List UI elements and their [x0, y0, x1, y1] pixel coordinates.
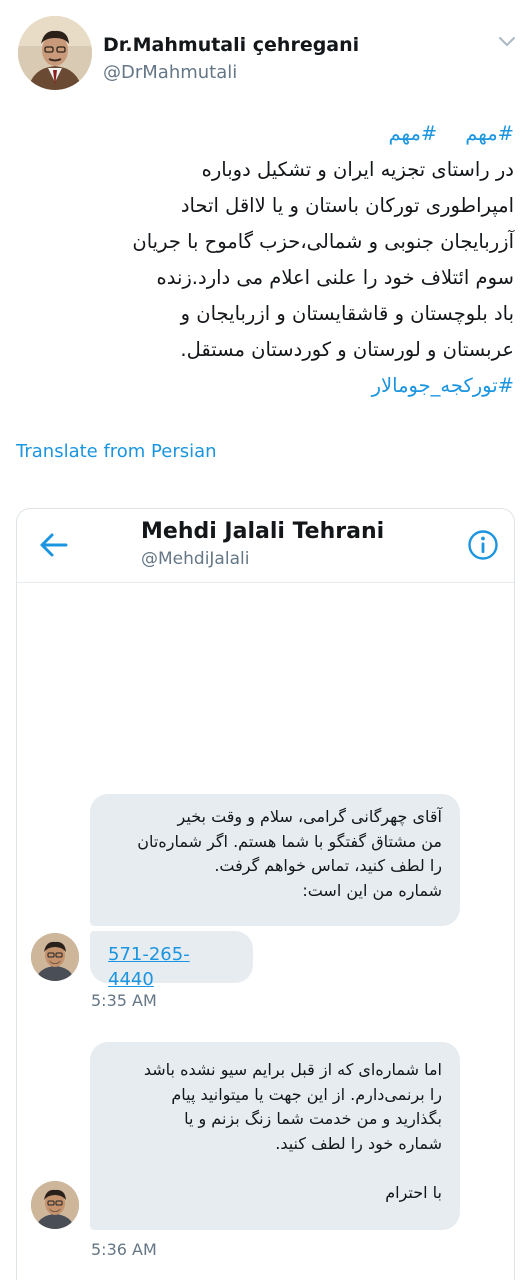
- hashtag-link[interactable]: #مهم: [465, 122, 514, 145]
- message-timestamp: 5:36 AM: [91, 1240, 157, 1259]
- dm-contact-handle: @MehdiJalali: [141, 549, 250, 569]
- sender-avatar[interactable]: [31, 933, 79, 981]
- message-line: شماره خود را لطف کنید.: [275, 1133, 442, 1153]
- dm-header: Mehdi Jalali Tehrani @MehdiJalali: [17, 509, 514, 583]
- message-line: را برنمی‌دارم. از این جهت یا میتوانید پی…: [171, 1084, 442, 1104]
- hashtag-link[interactable]: #تورکجه_جومالار: [372, 374, 514, 397]
- tweet-text: #مهم #مهم در راستای تجزیه ایران و تشکیل د…: [14, 116, 514, 404]
- message-line: من مشتاق گفتگو با شما هستم. اگر شماره‌تا…: [137, 831, 442, 851]
- tweet-text-line: عربستان و لورستان و کوردستان مستقل.: [180, 338, 514, 361]
- tweet-text-line: آزربایجان جنوبی و شمالی،حزب گاموح با جری…: [132, 230, 514, 253]
- author-handle[interactable]: @DrMahmutali: [103, 62, 237, 83]
- hashtag-link[interactable]: #مهم: [389, 122, 438, 145]
- message-line: را لطف کنید، تماس خواهم گرفت.: [214, 856, 442, 875]
- author-avatar[interactable]: [18, 16, 92, 90]
- message-timestamp: 5:35 AM: [91, 991, 157, 1010]
- message-bubble: آقای چهرگانی گرامی، سلام و وقت بخیر من م…: [90, 794, 460, 926]
- hashtag-row: #مهم #مهم: [14, 116, 515, 152]
- chevron-down-icon[interactable]: [496, 30, 518, 52]
- message-line: شماره من این است:: [302, 880, 442, 900]
- author-name[interactable]: Dr.Mahmutali çehregani: [103, 34, 359, 56]
- info-icon[interactable]: [467, 529, 499, 561]
- tweet-text-line: سوم ائتلاف خود را علنی اعلام می دارد.زند…: [156, 266, 514, 289]
- phone-number-link[interactable]: 571-265-4440: [108, 944, 190, 990]
- message-line: اما شماره‌ای که از قبل برایم سیو نشده با…: [143, 1060, 442, 1079]
- message-closing: با احترام: [385, 1182, 442, 1202]
- sender-avatar[interactable]: [31, 1181, 79, 1229]
- tweet-text-line: در راستای تجزیه ایران و تشکیل دوباره: [201, 158, 514, 181]
- tweet-text-line: امپراطوری تورکان باستان و یا لااقل اتحاد: [180, 194, 514, 217]
- phone-message-bubble: 571-265-4440: [90, 931, 253, 990]
- dm-screenshot: Mehdi Jalali Tehrani @MehdiJalali آقای چ…: [16, 508, 515, 1280]
- tweet-header: Dr.Mahmutali çehregani @DrMahmutali: [0, 0, 531, 100]
- translate-link[interactable]: Translate from Persian: [16, 441, 217, 462]
- message-bubble: اما شماره‌ای که از قبل برایم سیو نشده با…: [90, 1042, 460, 1230]
- message-line: بگذارید و من خدمت شما زنگ بزنم و یا: [184, 1109, 442, 1128]
- back-arrow-icon[interactable]: [37, 531, 69, 559]
- message-line: آقای چهرگانی گرامی، سلام و وقت بخیر: [177, 807, 442, 826]
- tweet-text-line: باد بلوچستان و قاشقایستان و ازربایجان و: [180, 302, 514, 325]
- dm-contact-name: Mehdi Jalali Tehrani: [141, 519, 385, 544]
